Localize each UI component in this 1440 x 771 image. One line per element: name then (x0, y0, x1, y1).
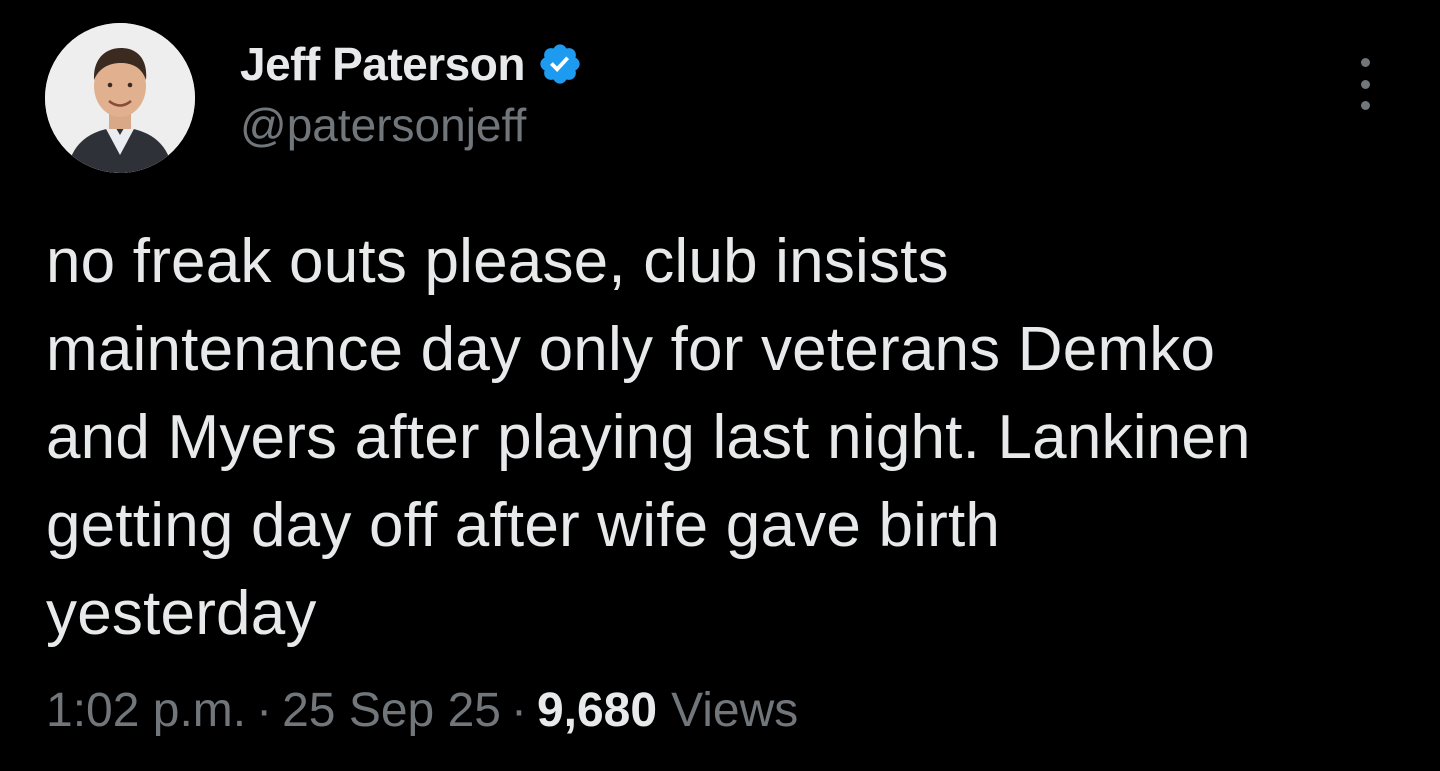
views-label[interactable]: Views (671, 683, 798, 738)
more-dot (1360, 58, 1370, 67)
meta-separator: · (510, 683, 527, 737)
author-name-row: Jeff Paterson (240, 34, 583, 94)
more-dot (1360, 79, 1370, 89)
tweet-date[interactable]: 25 Sep 25 (282, 683, 501, 738)
verified-badge-icon[interactable] (537, 41, 583, 87)
tweet: Jeff Paterson @patersonjeff no freak out… (0, 0, 1440, 771)
avatar-image (45, 23, 195, 173)
author-handle[interactable]: @patersonjeff (240, 98, 526, 152)
author-display-name[interactable]: Jeff Paterson (240, 37, 525, 91)
tweet-time[interactable]: 1:02 p.m. (46, 683, 246, 738)
meta-separator: · (256, 683, 273, 737)
avatar[interactable] (45, 23, 195, 173)
tweet-meta: 1:02 p.m. · 25 Sep 25 · 9,680 Views (46, 680, 798, 740)
tweet-text: no freak outs please, club insists maint… (46, 227, 1251, 648)
more-dot (1360, 101, 1370, 110)
views-count[interactable]: 9,680 (537, 683, 657, 738)
more-options-icon[interactable] (1350, 58, 1380, 110)
